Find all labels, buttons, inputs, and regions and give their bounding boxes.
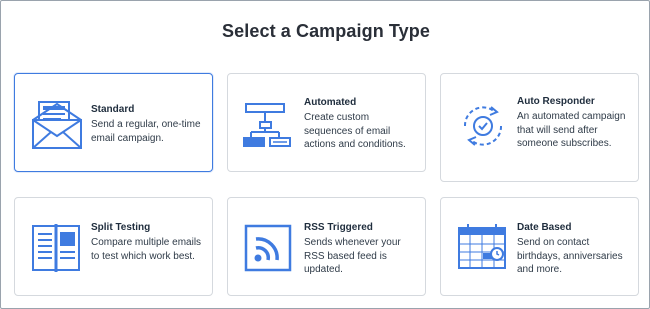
campaign-card-description: Compare multiple emails to test which wo… xyxy=(91,237,202,262)
campaign-card-standard[interactable]: Standard Send a regular, one-time email … xyxy=(14,73,213,172)
split-layout-icon xyxy=(29,220,85,276)
campaign-card-title: RSS Triggered xyxy=(304,222,373,233)
campaign-card-title: Auto Responder xyxy=(517,96,595,107)
campaign-card-title: Automated xyxy=(304,97,357,108)
campaign-card-date-based[interactable]: Date Based Send on contact birthdays, an… xyxy=(440,197,639,296)
campaign-card-description: Create custom sequences of email actions… xyxy=(304,112,406,150)
envelope-icon xyxy=(29,96,85,152)
campaign-card-description: Send on contact birthdays, anniversaries… xyxy=(517,237,623,275)
campaign-card-rss-triggered[interactable]: RSS Triggered Sends whenever your RSS ba… xyxy=(227,197,426,296)
autoresponder-cycle-icon xyxy=(455,98,511,154)
campaign-card-split-testing[interactable]: Split Testing Compare multiple emails to… xyxy=(14,197,213,296)
flowchart-icon xyxy=(242,96,298,152)
page-title: Select a Campaign Type xyxy=(222,21,430,41)
campaign-card-description: Sends whenever your RSS based feed is up… xyxy=(304,237,401,275)
rss-icon xyxy=(242,220,298,276)
campaign-type-panel: Select a Campaign Type Standard Send a r… xyxy=(0,0,650,309)
campaign-card-title: Date Based xyxy=(517,222,572,233)
campaign-card-title: Standard xyxy=(91,104,135,115)
calendar-clock-icon xyxy=(455,220,511,276)
campaign-card-description: Send a regular, one-time email campaign. xyxy=(91,119,201,144)
campaign-card-auto-responder[interactable]: Auto Responder An automated campaign tha… xyxy=(440,73,639,182)
campaign-card-title: Split Testing xyxy=(91,222,151,233)
campaign-card-description: An automated campaign that will send aft… xyxy=(517,111,626,149)
campaign-card-automated[interactable]: Automated Create custom sequences of ema… xyxy=(227,73,426,172)
